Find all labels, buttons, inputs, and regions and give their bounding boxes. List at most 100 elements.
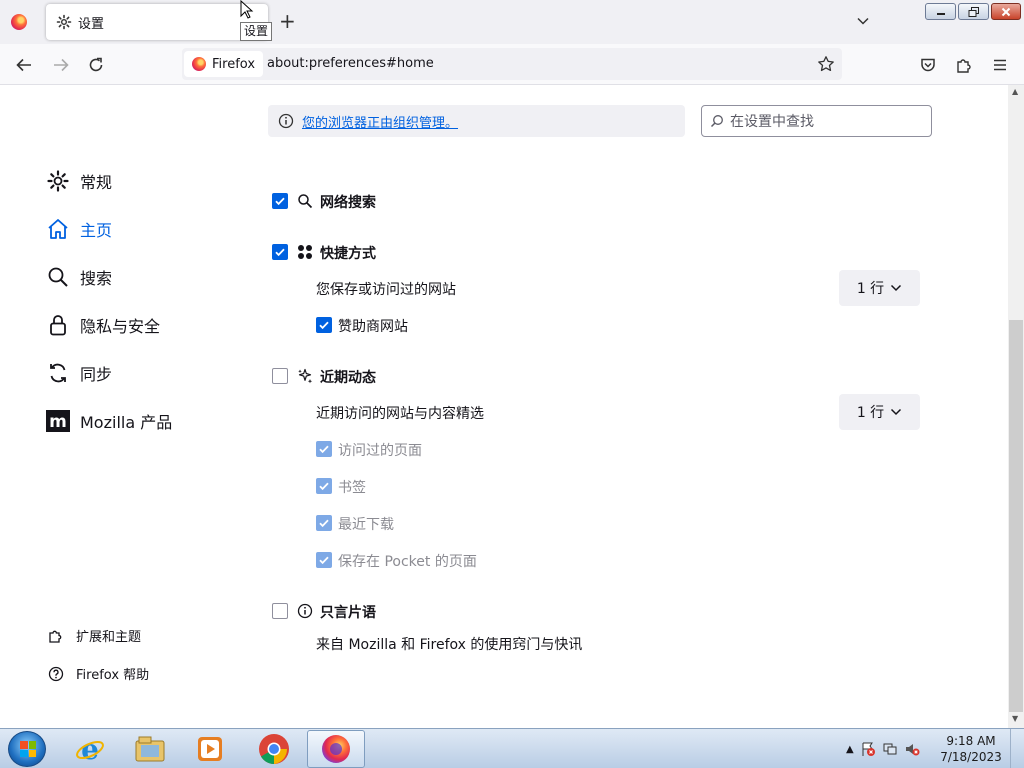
start-button[interactable] bbox=[8, 731, 46, 767]
shortcuts-rows-select[interactable]: 1 行 bbox=[839, 270, 920, 306]
star-icon[interactable] bbox=[817, 55, 835, 73]
info-icon bbox=[278, 113, 294, 129]
window-controls bbox=[925, 3, 1021, 20]
clock-time: 9:18 AM bbox=[946, 734, 996, 748]
visited-pages-checkbox[interactable] bbox=[316, 441, 332, 457]
bookmarks-checkbox[interactable] bbox=[316, 478, 332, 494]
close-window-button[interactable] bbox=[991, 3, 1021, 20]
sidebar-item-label: 主页 bbox=[80, 221, 113, 240]
sidebar-item-label: 隐私与安全 bbox=[80, 317, 161, 336]
web-search-checkbox[interactable] bbox=[272, 193, 288, 209]
new-tab-button[interactable]: + bbox=[279, 11, 296, 31]
taskbar-internet-explorer[interactable]: e bbox=[61, 730, 119, 768]
puzzle-icon bbox=[957, 59, 971, 73]
search-icon bbox=[298, 194, 313, 209]
settings-search-input[interactable]: 在设置中查找 bbox=[701, 105, 932, 137]
vertical-scrollbar[interactable]: ▲ ▼ bbox=[1008, 85, 1024, 728]
checkmark-icon bbox=[275, 248, 285, 257]
checkmark-icon bbox=[319, 519, 329, 528]
checkmark-icon bbox=[319, 445, 329, 454]
mozilla-icon: m bbox=[46, 410, 70, 432]
recent-downloads-label: 最近下载 bbox=[338, 517, 394, 533]
tab-settings[interactable]: 设置 bbox=[46, 4, 268, 40]
sidebar-item-privacy[interactable]: 隐私与安全 bbox=[46, 313, 160, 337]
checkmark-icon bbox=[319, 556, 329, 565]
sidebar-item-general[interactable]: 常规 bbox=[46, 169, 112, 193]
windows-logo-icon bbox=[20, 741, 36, 757]
recent-activity-label: 近期动态 bbox=[320, 370, 376, 386]
extensions-button[interactable] bbox=[953, 54, 975, 76]
scroll-down-icon[interactable]: ▼ bbox=[1012, 714, 1018, 723]
show-desktop-button[interactable] bbox=[1010, 729, 1024, 768]
sidebar-footer-addons[interactable]: 扩展和主题 bbox=[48, 626, 141, 645]
svg-text:e: e bbox=[81, 733, 99, 765]
snippets-description: 来自 Mozilla 和 Firefox 的使用窍门与快讯 bbox=[316, 637, 583, 653]
sidebar-item-mozilla-products[interactable]: m Mozilla 产品 bbox=[46, 409, 172, 433]
tab-bar: 设置 + 设置 bbox=[0, 0, 1024, 44]
navigation-toolbar: Firefox about:preferences#home bbox=[0, 44, 1024, 85]
restore-button[interactable] bbox=[958, 3, 989, 20]
action-center-flag-icon[interactable] bbox=[860, 741, 876, 757]
volume-muted-icon[interactable] bbox=[904, 741, 920, 757]
scroll-up-icon[interactable]: ▲ bbox=[1012, 87, 1018, 96]
puzzle-icon bbox=[49, 630, 62, 643]
recent-activity-rows-value: 1 行 bbox=[856, 405, 885, 421]
tray-expand-icon[interactable]: ▲ bbox=[846, 744, 854, 755]
home-icon bbox=[48, 219, 68, 239]
recent-downloads-checkbox[interactable] bbox=[316, 515, 332, 531]
recent-activity-rows-select[interactable]: 1 行 bbox=[839, 394, 920, 430]
identity-box[interactable]: Firefox bbox=[184, 51, 264, 77]
svg-text:m: m bbox=[49, 412, 67, 432]
snippets-label: 只言片语 bbox=[320, 605, 376, 621]
sponsored-sites-checkbox[interactable] bbox=[316, 317, 332, 333]
internet-explorer-icon: e bbox=[76, 733, 104, 765]
gear-icon bbox=[47, 170, 69, 192]
snippets-checkbox[interactable] bbox=[272, 603, 288, 619]
gear-icon bbox=[56, 14, 72, 30]
info-icon bbox=[297, 603, 313, 619]
tab-tooltip: 设置 bbox=[240, 22, 273, 41]
file-explorer-icon bbox=[135, 736, 165, 762]
url-bar[interactable]: Firefox about:preferences#home bbox=[182, 48, 842, 80]
taskbar-clock[interactable]: 9:18 AM 7/18/2023 bbox=[940, 733, 1002, 765]
reload-button[interactable] bbox=[85, 54, 107, 76]
firefox-icon[interactable] bbox=[11, 14, 27, 30]
hamburger-menu-icon bbox=[994, 59, 1006, 71]
identity-label: Firefox bbox=[212, 56, 256, 72]
url-text[interactable]: about:preferences#home bbox=[267, 56, 434, 71]
app-menu-button[interactable] bbox=[989, 54, 1011, 76]
checkmark-icon bbox=[275, 197, 285, 206]
taskbar-firefox[interactable] bbox=[307, 730, 365, 768]
lock-icon bbox=[50, 315, 66, 336]
reload-icon bbox=[89, 57, 103, 72]
network-icon[interactable] bbox=[882, 741, 898, 757]
chevron-down-icon[interactable] bbox=[855, 13, 871, 29]
firefox-icon bbox=[192, 57, 206, 71]
shortcuts-description: 您保存或访问过的网站 bbox=[316, 282, 456, 298]
policy-notice-link[interactable]: 您的浏览器正由组织管理。 bbox=[302, 112, 458, 131]
sidebar-item-home[interactable]: 主页 bbox=[46, 217, 112, 241]
pocket-button[interactable] bbox=[917, 54, 939, 76]
firefox-icon bbox=[322, 735, 350, 763]
forward-button[interactable] bbox=[50, 54, 72, 76]
taskbar-chrome[interactable] bbox=[245, 730, 303, 768]
taskbar-file-explorer[interactable] bbox=[121, 730, 179, 768]
minimize-button[interactable] bbox=[925, 3, 956, 20]
chevron-down-icon bbox=[891, 408, 902, 416]
bookmarks-label: 书签 bbox=[338, 480, 366, 496]
pocket-pages-checkbox[interactable] bbox=[316, 552, 332, 568]
scrollbar-thumb[interactable] bbox=[1009, 320, 1023, 712]
recent-activity-checkbox[interactable] bbox=[272, 368, 288, 384]
chrome-icon bbox=[259, 734, 289, 764]
arrow-right-icon bbox=[54, 58, 69, 72]
sidebar-footer-help[interactable]: Firefox 帮助 bbox=[48, 664, 149, 683]
back-button[interactable] bbox=[13, 54, 35, 76]
pocket-icon bbox=[921, 58, 935, 72]
shortcuts-checkbox[interactable] bbox=[272, 244, 288, 260]
taskbar-media-player[interactable] bbox=[181, 730, 239, 768]
search-icon bbox=[710, 115, 723, 128]
sidebar-item-search[interactable]: 搜索 bbox=[46, 265, 112, 289]
mouse-cursor-icon bbox=[240, 0, 254, 19]
sidebar-item-sync[interactable]: 同步 bbox=[46, 361, 112, 385]
sidebar-footer-label: 扩展和主题 bbox=[76, 630, 142, 645]
